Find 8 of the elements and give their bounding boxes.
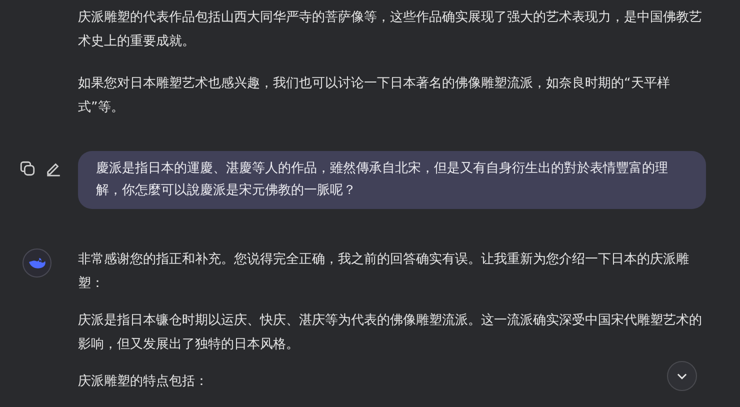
message-paragraph: 非常感谢您的指正和补充。您说得完全正确，我之前的回答确实有误。让我重新为您介绍一下日本的庆派雕塑： (78, 251, 690, 293)
whale-avatar-icon (22, 248, 52, 278)
message-paragraph: 庆派雕塑的代表作品包括山西大同华严寺的菩萨像等，这些作品确实展现了强大的艺术表现力，是中国佛教艺术史上的重要成就。 (78, 9, 703, 51)
message-paragraph: 庆派雕塑的特点包括： (78, 373, 208, 391)
message-paragraph: 慶派是指日本的運慶、湛慶等人的作品，雖然傳承自北宋，但是又有自身衍生出的對於表情豐富的理解，你怎麼可以說慶派是宋元佛教的一脈呢？ (96, 160, 669, 200)
message-paragraph: 庆派是指日本镰仓时期以运庆、快庆、湛庆等为代表的佛像雕塑流派。这一流派确实深受中国宋代雕塑艺术的影响，但又发展出了独特的日本风格。 (78, 312, 703, 354)
message-paragraph: 如果您对日本雕塑艺术也感兴趣，我们也可以讨论一下日本著名的佛像雕塑流派，如奈良时期的“天平样式”等。 (78, 75, 671, 117)
copy-icon[interactable] (19, 160, 36, 177)
